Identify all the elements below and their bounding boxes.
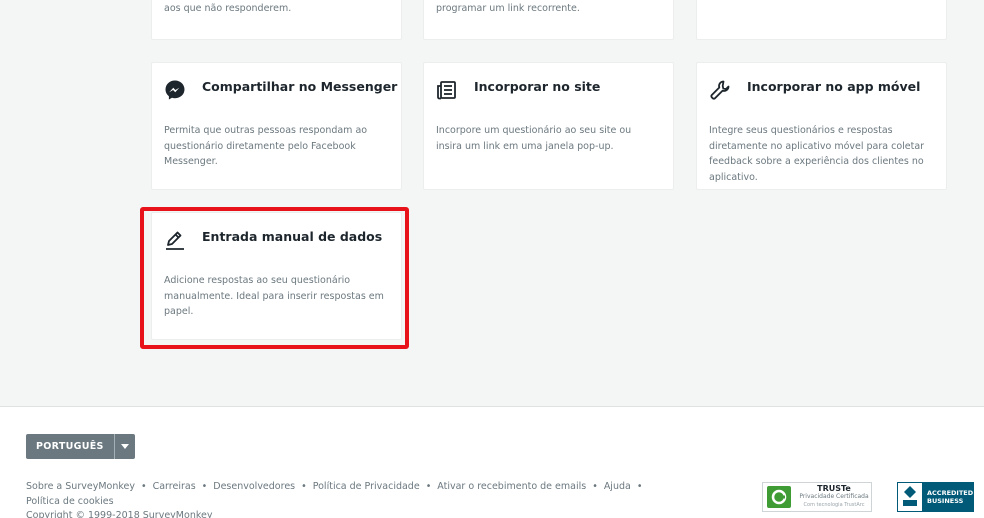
- truste-small: Com tecnologia TrustArc: [803, 502, 865, 508]
- card-description: Incorpore um questionário ao seu site ou…: [436, 125, 632, 152]
- separator: •: [636, 481, 643, 492]
- card-embed-website[interactable]: Incorporar no site Incorpore um question…: [423, 62, 674, 190]
- truste-subtitle: Privacidade Certificada: [799, 493, 869, 500]
- truste-badge[interactable]: TRUSTe Privacidade Certificada Com tecno…: [762, 482, 872, 512]
- card-description: aos que não responderem.: [164, 3, 292, 14]
- card-top-1[interactable]: aos que não responderem.: [151, 0, 402, 40]
- bbb-badge[interactable]: ACCREDITED BUSINESS: [897, 482, 974, 512]
- link-cookies[interactable]: Política de cookies: [26, 496, 114, 507]
- card-description: Integre seus questionários e respostas d…: [709, 125, 925, 183]
- card-title: Compartilhar no Messenger: [202, 79, 398, 94]
- truste-logo-icon: [767, 486, 791, 508]
- card-description: Permita que outras pessoas respondam ao …: [164, 125, 368, 167]
- card-description: programar um link recorrente.: [436, 3, 580, 14]
- bbb-seal-icon: [897, 482, 923, 512]
- link-careers[interactable]: Carreiras: [153, 481, 196, 492]
- separator: •: [201, 481, 208, 492]
- separator: •: [301, 481, 307, 492]
- card-share-messenger[interactable]: Compartilhar no Messenger Permita que ou…: [151, 62, 402, 190]
- messenger-icon: [164, 79, 186, 101]
- footer-links: Sobre a SurveyMonkey • Carreiras • Desenvolv…: [26, 479, 666, 509]
- bbb-line2: BUSINESS: [927, 497, 964, 505]
- wrench-icon: [709, 79, 731, 101]
- copyright: Copyright © 1999-2018 SurveyMonkey: [26, 510, 213, 518]
- website-embed-icon: [436, 79, 458, 101]
- link-developers[interactable]: Desenvolvedores: [213, 481, 295, 492]
- separator: •: [425, 481, 432, 492]
- separator: •: [140, 481, 147, 492]
- separator: •: [592, 481, 598, 492]
- truste-title: TRUSTe: [817, 484, 851, 493]
- bbb-line1: ACCREDITED: [927, 489, 974, 497]
- link-help[interactable]: Ajuda: [604, 481, 631, 492]
- language-label: PORTUGUÊS: [26, 434, 115, 459]
- chevron-down-icon[interactable]: [115, 434, 135, 459]
- footer: PORTUGUÊS Sobre a SurveyMonkey • Carreiras…: [0, 406, 984, 518]
- card-top-3[interactable]: [696, 0, 947, 40]
- card-title: Incorporar no app móvel: [747, 79, 921, 94]
- card-title: Incorporar no site: [474, 79, 601, 94]
- highlight-box: [140, 207, 409, 349]
- link-email-optin[interactable]: Ativar o recebimento de emails: [437, 481, 586, 492]
- card-top-2[interactable]: programar um link recorrente.: [423, 0, 674, 40]
- card-embed-mobile-app[interactable]: Incorporar no app móvel Integre seus que…: [696, 62, 947, 190]
- language-selector[interactable]: PORTUGUÊS: [26, 434, 135, 459]
- link-about[interactable]: Sobre a SurveyMonkey: [26, 481, 135, 492]
- link-privacy[interactable]: Política de Privacidade: [313, 481, 420, 492]
